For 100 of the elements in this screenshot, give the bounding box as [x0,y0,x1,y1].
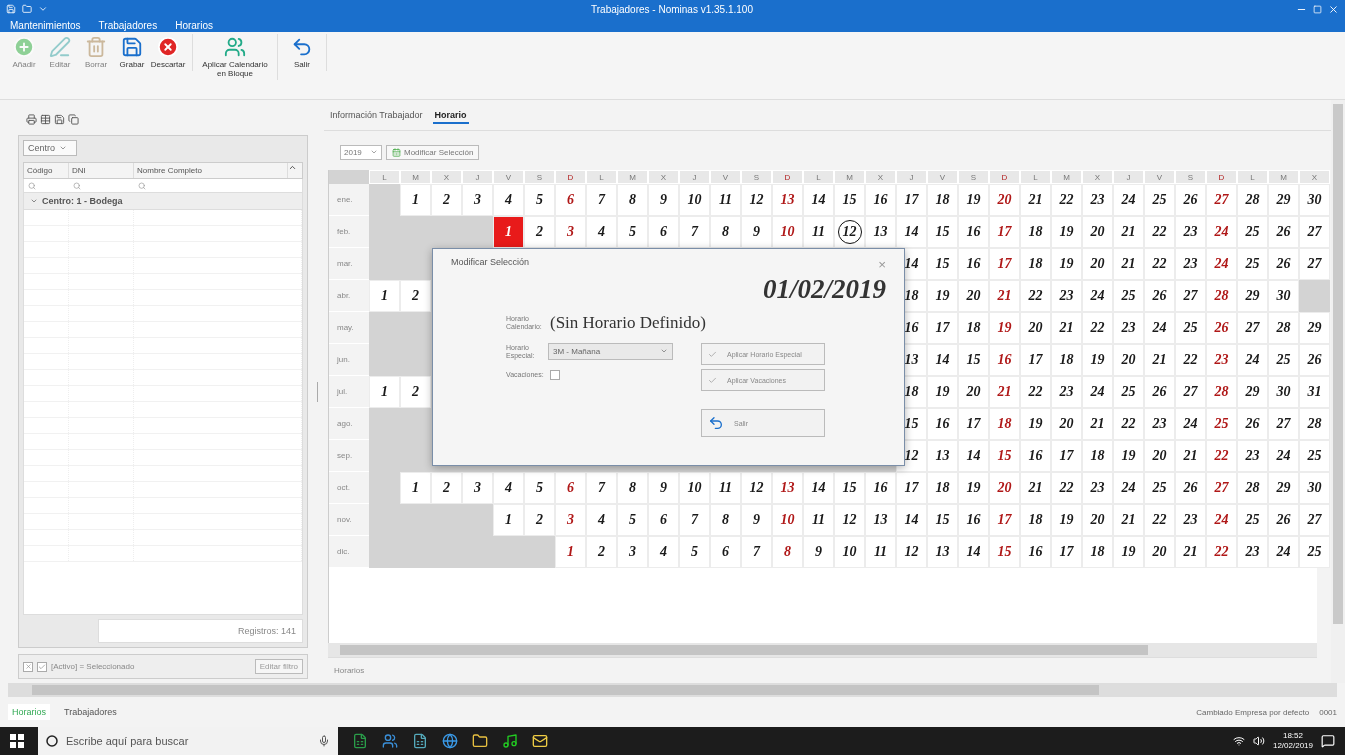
calendar-day[interactable]: 18 [1082,536,1113,568]
scrollbar[interactable] [328,643,1317,657]
calendar-day[interactable]: 22 [1144,504,1175,536]
calendar-day[interactable]: 18 [1051,344,1082,376]
calendar-day[interactable]: 3 [555,216,586,248]
calendar-day[interactable]: 13 [927,536,958,568]
calendar-day[interactable]: 6 [555,184,586,216]
calendar-day[interactable]: 16 [958,248,989,280]
calendar-day[interactable]: 24 [1113,472,1144,504]
calendar-day[interactable]: 2 [524,504,555,536]
calendar-day[interactable]: 19 [1082,344,1113,376]
printer-icon[interactable] [26,114,37,125]
calendar-day[interactable]: 4 [586,216,617,248]
table-icon[interactable] [40,114,51,125]
calendar-day[interactable]: 17 [989,504,1020,536]
calendar-day[interactable]: 21 [1175,440,1206,472]
calendar-day[interactable]: 21 [1020,472,1051,504]
calendar-day[interactable]: 20 [1113,344,1144,376]
calendar-day[interactable]: 18 [927,184,958,216]
calendar-day[interactable]: 29 [1237,280,1268,312]
calendar-day[interactable]: 20 [1082,504,1113,536]
calendar-day[interactable]: 22 [1051,184,1082,216]
calendar-day[interactable]: 2 [400,376,431,408]
calendar-day[interactable]: 19 [1051,248,1082,280]
calendar-day[interactable]: 25 [1175,312,1206,344]
calendar-day[interactable]: 24 [1082,280,1113,312]
calendar-day[interactable]: 3 [462,472,493,504]
calendar-day[interactable]: 24 [1206,504,1237,536]
mail-icon[interactable] [532,733,548,749]
calendar-day[interactable]: 22 [1144,216,1175,248]
calendar-day[interactable]: 29 [1299,312,1330,344]
calendar-day[interactable]: 1 [400,472,431,504]
calendar-day[interactable]: 13 [865,504,896,536]
calendar-day[interactable]: 22 [1051,472,1082,504]
group-by-chip[interactable]: Centro [23,140,77,156]
calendar-day[interactable]: 19 [1113,536,1144,568]
calendar-day[interactable]: 30 [1268,376,1299,408]
calendar-day[interactable]: 20 [989,472,1020,504]
calendar-day[interactable]: 8 [710,504,741,536]
calendar-day[interactable]: 24 [1237,344,1268,376]
calendar-day[interactable]: 26 [1268,504,1299,536]
calendar-day[interactable]: 26 [1175,472,1206,504]
calendar-day[interactable]: 27 [1299,216,1330,248]
calendar-day[interactable]: 10 [679,184,710,216]
calendar-day[interactable]: 7 [586,472,617,504]
calendar-day[interactable]: 21 [989,376,1020,408]
calendar-day[interactable]: 16 [927,408,958,440]
calendar-day[interactable]: 9 [648,472,679,504]
calendar-day[interactable]: 15 [989,440,1020,472]
calendar-day[interactable]: 27 [1175,376,1206,408]
calendar-day[interactable]: 14 [927,344,958,376]
calendar-day[interactable]: 2 [431,472,462,504]
calendar-day[interactable]: 4 [586,504,617,536]
calendar-day[interactable]: 13 [927,440,958,472]
calendar-day[interactable]: 6 [555,472,586,504]
calendar-day[interactable]: 25 [1113,280,1144,312]
calendar-day[interactable]: 26 [1175,184,1206,216]
calendar-day[interactable]: 10 [772,216,803,248]
calendar-day[interactable]: 16 [958,504,989,536]
calendar-day[interactable]: 17 [1051,536,1082,568]
calendar-day[interactable]: 15 [834,184,865,216]
notifications-icon[interactable] [1321,734,1335,748]
calendar-day[interactable]: 20 [1144,440,1175,472]
calendar-day[interactable]: 29 [1268,184,1299,216]
calendar-day[interactable]: 22 [1020,280,1051,312]
modify-selection-button[interactable]: Modificar Selección [386,145,480,160]
calendar-day[interactable]: 3 [555,504,586,536]
calendar-day[interactable]: 19 [927,280,958,312]
calendar-day[interactable]: 1 [493,504,524,536]
calendar-day[interactable]: 30 [1268,280,1299,312]
calendar-day[interactable]: 24 [1175,408,1206,440]
calendar-day[interactable]: 4 [493,184,524,216]
toolbar-button[interactable]: Salir [284,34,320,72]
scrollbar[interactable] [8,683,1337,697]
calendar-day[interactable]: 27 [1206,472,1237,504]
calendar-day[interactable]: 21 [989,280,1020,312]
column-header[interactable]: Código [24,163,69,178]
spreadsheet-icon[interactable] [412,733,428,749]
toolbar-button[interactable]: Grabar [114,34,150,72]
maximize-icon[interactable] [1313,4,1322,14]
calendar-day[interactable]: 23 [1206,344,1237,376]
taskbar-search-field[interactable]: Escribe aquí para buscar [38,727,338,755]
calendar-day[interactable]: 25 [1206,408,1237,440]
calendar-day[interactable]: 25 [1237,248,1268,280]
volume-icon[interactable] [1252,735,1265,747]
calendar-day[interactable]: 28 [1299,408,1330,440]
calendar-day[interactable]: 27 [1237,312,1268,344]
calendar-day[interactable]: 23 [1237,440,1268,472]
calendar-day[interactable]: 23 [1237,536,1268,568]
calendar-day[interactable]: 27 [1299,248,1330,280]
calendar-day[interactable]: 25 [1299,536,1330,568]
calendar-day[interactable]: 19 [1051,504,1082,536]
calendar-day[interactable]: 26 [1299,344,1330,376]
calendar-day[interactable]: 23 [1175,216,1206,248]
browser-icon[interactable] [442,733,458,749]
calendar-day[interactable]: 28 [1206,280,1237,312]
calendar-day[interactable]: 17 [1051,440,1082,472]
calendar-day[interactable]: 20 [958,376,989,408]
calendar-day[interactable]: 17 [1020,344,1051,376]
calendar-day[interactable]: 29 [1237,376,1268,408]
